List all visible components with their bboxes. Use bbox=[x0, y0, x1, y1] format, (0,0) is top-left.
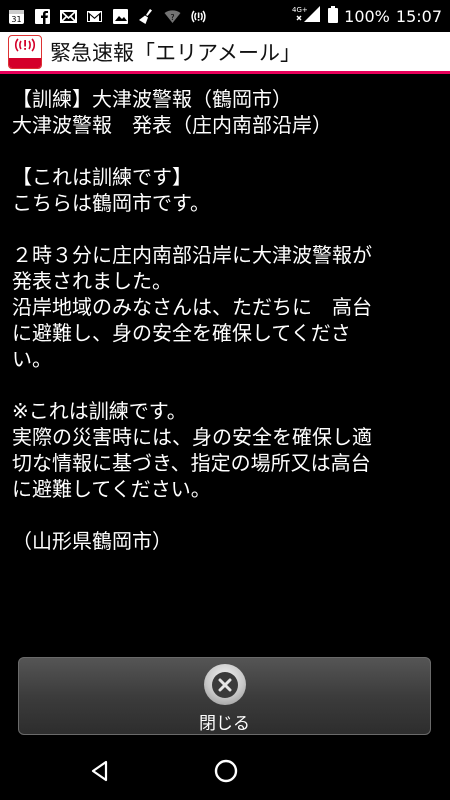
message-line: こちらは鶴岡市です。 bbox=[12, 191, 210, 215]
system-status: 4G+ 100% 15:07 bbox=[292, 5, 442, 27]
calendar-31-icon: 31 bbox=[8, 8, 25, 25]
signal-4g-icon: 4G+ bbox=[292, 5, 322, 27]
alert-message-body: 【訓練】大津波警報（鶴岡市） 大津波警報 発表（庄内南部沿岸） 【これは訓練です】こ… bbox=[12, 86, 442, 646]
svg-text:31: 31 bbox=[11, 15, 21, 24]
area-mail-logo bbox=[8, 34, 42, 69]
message-line: ２時３分に庄内南部沿岸に大津波警報が bbox=[12, 243, 372, 267]
home-icon[interactable] bbox=[212, 757, 240, 785]
page-title: 緊急速報「エリアメール」 bbox=[50, 40, 301, 65]
wifi-icon: ? bbox=[164, 8, 181, 25]
message-line: 沿岸地域のみなさんは、ただちに 高台 bbox=[12, 295, 372, 319]
mail-icon bbox=[60, 8, 77, 25]
svg-text:?: ? bbox=[170, 13, 174, 22]
image-icon bbox=[112, 8, 129, 25]
message-line: 【これは訓練です】 bbox=[12, 165, 192, 189]
message-line bbox=[12, 138, 442, 164]
gmail-icon bbox=[86, 8, 103, 25]
notification-icons: 31 ? bbox=[8, 8, 207, 25]
close-button-label: 閉じる bbox=[199, 714, 250, 734]
back-icon[interactable] bbox=[86, 757, 114, 785]
message-line: ※これは訓練です。 bbox=[12, 399, 187, 423]
status-bar: 31 ? 4G+ 100% 15:07 bbox=[0, 0, 450, 32]
message-line: 発表されました。 bbox=[12, 269, 172, 293]
alert-broadcast-icon bbox=[190, 8, 207, 25]
clock: 15:07 bbox=[395, 6, 442, 26]
message-line: に避難し、身の安全を確保してくださ bbox=[12, 321, 351, 345]
close-icon[interactable] bbox=[203, 664, 246, 705]
battery-icon bbox=[328, 5, 339, 27]
message-line: 実際の災害時には、身の安全を確保し適 bbox=[12, 425, 372, 449]
message-line: 大津波警報 発表（庄内南部沿岸） bbox=[12, 113, 332, 137]
message-line: い。 bbox=[12, 347, 52, 371]
app-header: 緊急速報「エリアメール」 bbox=[0, 32, 450, 74]
message-line: 切な情報に基づき、指定の場所又は高台 bbox=[12, 451, 371, 475]
message-line bbox=[12, 502, 442, 528]
logo-strip bbox=[9, 57, 41, 68]
battery-percent: 100% bbox=[344, 6, 390, 26]
navigation-bar bbox=[0, 745, 450, 800]
message-line: 【訓練】大津波警報（鶴岡市） bbox=[12, 87, 292, 111]
close-button[interactable]: 閉じる bbox=[18, 657, 431, 735]
message-line bbox=[12, 216, 442, 242]
message-line bbox=[12, 372, 442, 398]
message-line: に避難してください。 bbox=[12, 477, 211, 501]
message-line: （山形県鶴岡市） bbox=[12, 529, 172, 553]
broom-icon bbox=[138, 8, 155, 25]
svg-text:4G+: 4G+ bbox=[292, 6, 308, 14]
facebook-icon bbox=[34, 8, 51, 25]
